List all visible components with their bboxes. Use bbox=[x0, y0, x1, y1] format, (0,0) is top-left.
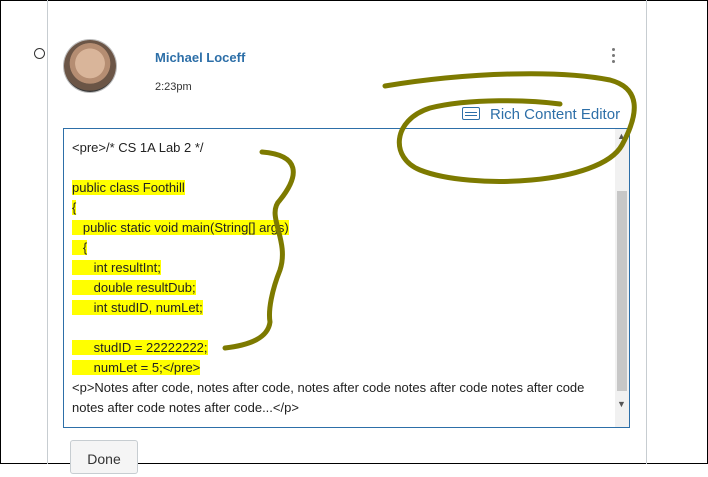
code-line-12: numLet = 5;</pre> bbox=[72, 360, 201, 375]
code-block: <pre>/* CS 1A Lab 2 */ public class Foot… bbox=[72, 138, 289, 378]
rich-content-editor-toggle[interactable]: Rich Content Editor bbox=[462, 106, 620, 123]
list-bullet bbox=[34, 48, 45, 59]
more-options-icon[interactable] bbox=[612, 48, 616, 66]
author-name[interactable]: Michael Loceff bbox=[155, 50, 245, 65]
post-time: 2:23pm bbox=[155, 81, 192, 93]
code-line-8: double resultDub; bbox=[72, 280, 196, 295]
code-line-3: public class Foothill bbox=[72, 180, 185, 195]
code-line-1: <pre>/* CS 1A Lab 2 */ bbox=[72, 140, 204, 155]
keyboard-icon bbox=[462, 107, 480, 120]
scroll-down-icon[interactable]: ▼ bbox=[617, 399, 626, 409]
code-line-5: public static void main(String[] args) bbox=[72, 220, 289, 235]
panel-border-right bbox=[646, 0, 647, 464]
code-line-6: { bbox=[72, 240, 88, 255]
notes-paragraph: <p>Notes after code, notes after code, n… bbox=[72, 380, 585, 415]
code-line-7: int resultInt; bbox=[72, 260, 161, 275]
scrollbar-thumb[interactable] bbox=[617, 191, 627, 391]
html-editor-textarea[interactable]: <pre>/* CS 1A Lab 2 */ public class Foot… bbox=[63, 128, 630, 428]
code-line-9: int studID, numLet; bbox=[72, 300, 203, 315]
avatar[interactable] bbox=[64, 40, 116, 92]
panel-border-left bbox=[47, 0, 48, 464]
code-line-11: studID = 22222222; bbox=[72, 340, 208, 355]
scroll-up-icon[interactable]: ▲ bbox=[617, 131, 626, 141]
editor-scrollbar[interactable]: ▲ ▼ bbox=[615, 129, 629, 427]
code-line-4: { bbox=[72, 200, 77, 215]
done-button[interactable]: Done bbox=[70, 440, 138, 474]
rich-content-editor-label: Rich Content Editor bbox=[490, 106, 621, 123]
